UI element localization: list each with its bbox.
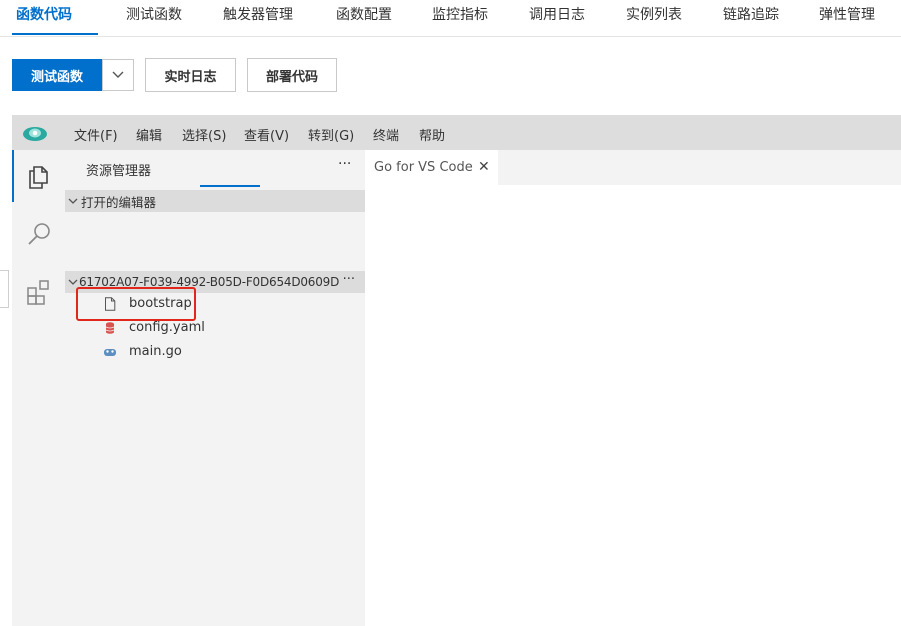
file-item-main-go[interactable]: main.go (65, 340, 365, 364)
workspace-folder-label: 61702A07-F039-4992-B05D-F0D654D0609D (79, 275, 340, 289)
web-ide: 文件(F) 编辑 选择(S) 查看(V) 转到(G) 终端 帮助 资源管理器 ·… (0, 115, 901, 626)
folder-more-button[interactable]: ··· (343, 272, 355, 287)
files-icon[interactable] (25, 162, 53, 190)
editor-tab-go-for-vscode[interactable]: Go for VS Code ✕ (365, 150, 498, 185)
ide-menubar: 文件(F) 编辑 选择(S) 查看(V) 转到(G) 终端 帮助 (12, 115, 901, 150)
tab-instance-list[interactable]: 实例列表 (626, 4, 682, 24)
test-dropdown-button[interactable] (102, 59, 134, 91)
chevron-down-icon (67, 276, 79, 289)
active-tab-indicator (12, 33, 98, 35)
file-name: config.yaml (129, 320, 205, 335)
tab-function-config[interactable]: 函数配置 (336, 4, 392, 24)
tab-function-code[interactable]: 函数代码 (16, 4, 72, 24)
deploy-code-button[interactable]: 部署代码 (247, 58, 337, 92)
function-tabs: 函数代码 测试函数 触发器管理 函数配置 监控指标 调用日志 实例列表 链路追踪… (0, 0, 901, 37)
menu-edit[interactable]: 编辑 (136, 125, 162, 144)
close-icon[interactable]: ✕ (478, 159, 490, 175)
ide-logo-icon (23, 127, 47, 141)
tab-elastic-management[interactable]: 弹性管理 (819, 4, 875, 24)
menu-file[interactable]: 文件(F) (74, 125, 118, 144)
explorer-panel: 资源管理器 ··· 打开的编辑器 61702A07-F039-4992-B05D… (65, 150, 365, 626)
tab-trigger-management[interactable]: 触发器管理 (223, 4, 293, 24)
search-icon[interactable] (25, 220, 53, 248)
activity-bar (12, 150, 65, 626)
editor-tab-bar: Go for VS Code ✕ (365, 150, 901, 185)
editor-tab-label: Go for VS Code (374, 160, 473, 175)
file-item-config-yaml[interactable]: config.yaml (65, 316, 365, 340)
menu-view[interactable]: 查看(V) (244, 125, 289, 144)
file-name: main.go (129, 344, 182, 359)
chevron-down-icon (65, 195, 81, 208)
file-item-bootstrap[interactable]: bootstrap (65, 292, 365, 316)
menu-terminal[interactable]: 终端 (373, 125, 399, 144)
tab-test-function[interactable]: 测试函数 (126, 4, 182, 24)
explorer-more-button[interactable]: ··· (338, 156, 351, 172)
realtime-log-button[interactable]: 实时日志 (145, 58, 236, 92)
chevron-down-icon (112, 71, 124, 78)
file-icon (105, 297, 116, 311)
menu-selection[interactable]: 选择(S) (182, 125, 226, 144)
go-file-icon (104, 349, 116, 356)
side-handle[interactable] (0, 270, 9, 308)
explorer-title: 资源管理器 (86, 164, 152, 179)
extensions-icon[interactable] (25, 278, 53, 306)
menu-go[interactable]: 转到(G) (308, 125, 354, 144)
test-function-button[interactable]: 测试函数 (12, 59, 102, 91)
tab-trace[interactable]: 链路追踪 (723, 4, 779, 24)
workspace-folder-section[interactable]: 61702A07-F039-4992-B05D-F0D654D0609D ··· (65, 271, 365, 293)
tab-invocation-logs[interactable]: 调用日志 (529, 4, 585, 24)
open-editors-section[interactable]: 打开的编辑器 (65, 190, 365, 212)
editor-area: Go for VS Code ✕ (365, 150, 901, 626)
activity-active-indicator (12, 150, 14, 202)
explorer-tab-indicator (200, 185, 260, 187)
file-name: bootstrap (129, 296, 192, 311)
explorer-header: 资源管理器 ··· (65, 150, 365, 187)
open-editors-label: 打开的编辑器 (81, 194, 157, 210)
menu-help[interactable]: 帮助 (419, 125, 445, 144)
database-icon (105, 322, 115, 334)
tab-monitoring-metrics[interactable]: 监控指标 (432, 4, 488, 24)
